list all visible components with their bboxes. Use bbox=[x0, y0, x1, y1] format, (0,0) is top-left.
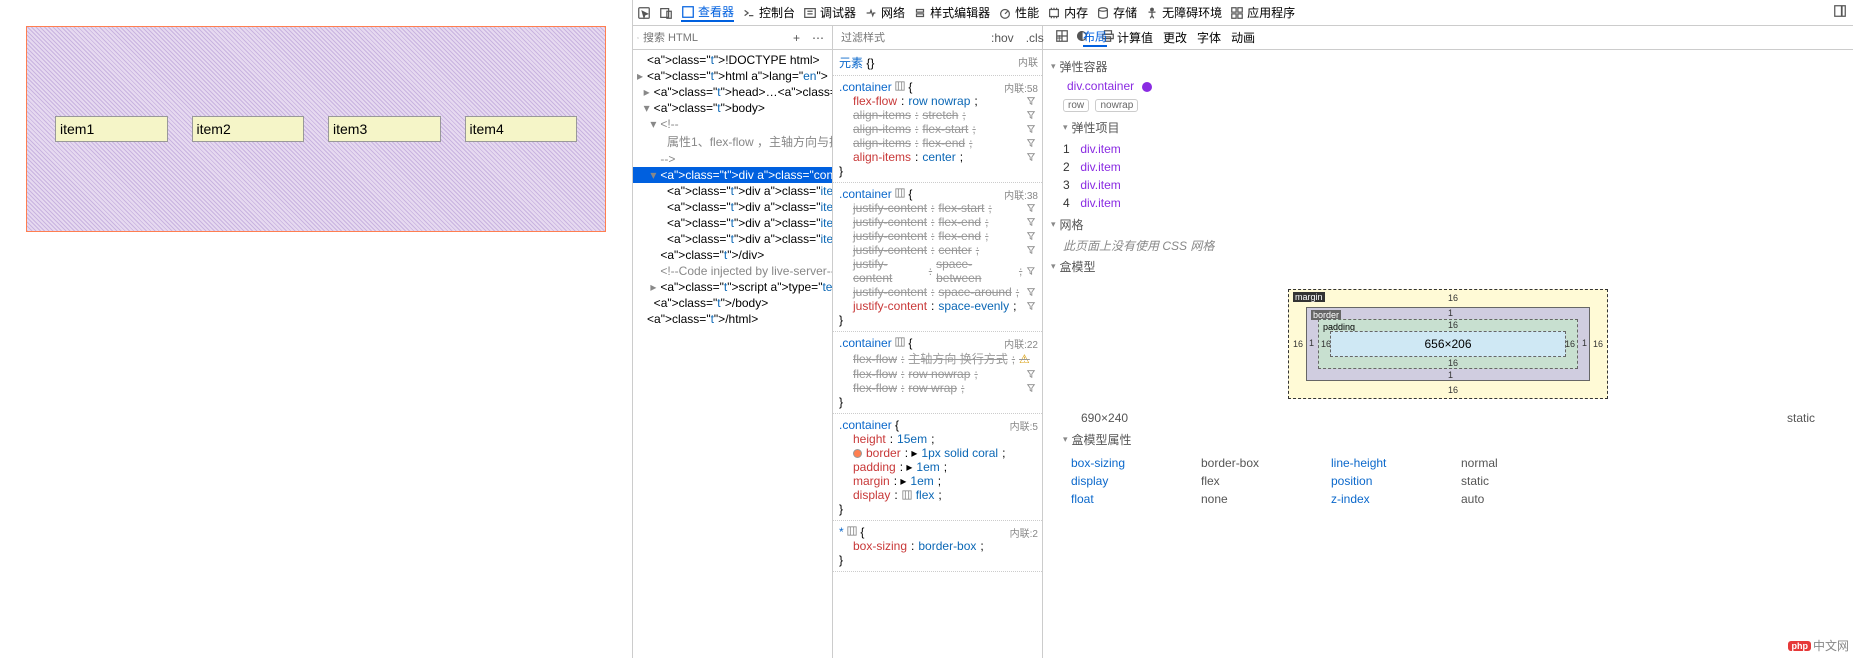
tab-fonts[interactable]: 字体 bbox=[1197, 29, 1221, 46]
add-node-button[interactable]: + bbox=[789, 30, 804, 46]
box-prop-value: auto bbox=[1461, 492, 1521, 506]
dom-node[interactable]: ▾<a">class="t">body> bbox=[633, 100, 832, 116]
dom-node[interactable]: <a">class="t">/body> bbox=[633, 295, 832, 311]
dom-node[interactable]: --> bbox=[633, 151, 832, 167]
dom-node[interactable]: <a">class="t">/div> bbox=[633, 247, 832, 263]
tab-changes[interactable]: 更改 bbox=[1163, 29, 1187, 46]
box-prop-value: none bbox=[1201, 492, 1311, 506]
watermark-logo: php中文网 bbox=[1788, 637, 1849, 654]
flex-item: item1 bbox=[55, 116, 168, 142]
responsive-mode-button[interactable] bbox=[659, 6, 673, 20]
tab-network[interactable]: 网络 bbox=[864, 4, 905, 21]
dom-node[interactable]: <a">class="t">div a">class="item">item1<… bbox=[633, 183, 832, 199]
tab-application[interactable]: 应用程序 bbox=[1230, 4, 1295, 21]
tab-storage[interactable]: 存储 bbox=[1096, 4, 1137, 21]
dom-tree[interactable]: <a">class="t">!DOCTYPE html>▸<a">class="… bbox=[633, 50, 832, 658]
flex-container-header[interactable]: 弹性容器 bbox=[1051, 54, 1845, 79]
flex-item-link[interactable]: 3 div.item bbox=[1063, 176, 1845, 194]
dom-node[interactable]: <a">class="t">/html> bbox=[633, 311, 832, 327]
dom-node[interactable]: <a">class="t">div a">class="item">item3<… bbox=[633, 215, 832, 231]
dock-side-button[interactable] bbox=[1833, 4, 1847, 21]
grid-empty-message: 此页面上没有使用 CSS 网格 bbox=[1051, 237, 1845, 254]
css-rule[interactable]: 内联:58.container {flex-flow: row nowrap; … bbox=[833, 76, 1042, 183]
box-prop-name: float bbox=[1071, 492, 1181, 506]
flex-container: item1 item2 item3 item4 bbox=[26, 26, 606, 232]
flex-container-link[interactable]: div.container bbox=[1063, 77, 1138, 95]
dom-panel: + ⋯ <a">class="t">!DOCTYPE html>▸<a">cla… bbox=[633, 26, 833, 658]
tab-memory[interactable]: 内存 bbox=[1047, 4, 1088, 21]
flex-direction-badge: row bbox=[1063, 99, 1089, 112]
box-model-header[interactable]: 盒模型 bbox=[1051, 254, 1845, 279]
hov-button[interactable]: :hov bbox=[987, 30, 1018, 46]
tab-console[interactable]: 控制台 bbox=[742, 4, 795, 21]
rules-list[interactable]: 内联元素 {}内联:58.container {flex-flow: row n… bbox=[833, 50, 1042, 658]
page-preview: item1 item2 item3 item4 bbox=[0, 0, 632, 658]
dom-node[interactable]: ▸<a">class="t">head>…<a">class="t">/head… bbox=[633, 84, 832, 100]
flex-item: item2 bbox=[192, 116, 305, 142]
css-rule[interactable]: 内联:38.container {justify-content: flex-s… bbox=[833, 183, 1042, 332]
grid-header[interactable]: 网格 bbox=[1051, 212, 1845, 237]
box-prop-value: normal bbox=[1461, 456, 1521, 470]
dom-node[interactable]: ▸<a">class="t">html a">lang="en"> bbox=[633, 68, 832, 84]
dom-node[interactable]: ▾<!-- bbox=[633, 116, 832, 132]
tab-inspector[interactable]: 查看器 bbox=[681, 3, 734, 22]
flex-item-link[interactable]: 1 div.item bbox=[1063, 140, 1845, 158]
devtools: 查看器 控制台 调试器 网络 样式编辑器 性能 内存 存储 无障碍环境 应用程序… bbox=[632, 0, 1853, 658]
tab-accessibility[interactable]: 无障碍环境 bbox=[1145, 4, 1222, 21]
flex-overlay-toggle[interactable] bbox=[1142, 82, 1152, 92]
box-model-diagram[interactable]: margin 16 16 16 16 border 1 1 1 1 paddin… bbox=[1288, 289, 1608, 399]
dom-node[interactable]: <a">class="t">!DOCTYPE html> bbox=[633, 52, 832, 68]
element-position: static bbox=[1787, 411, 1815, 425]
flex-items-header[interactable]: 弹性项目 bbox=[1051, 115, 1845, 140]
dom-node[interactable]: 属性1、flex-flow ，主轴方向与换行方式 bbox=[633, 132, 832, 151]
css-rule[interactable]: 内联元素 {} bbox=[833, 50, 1042, 76]
layout-pane-icon[interactable] bbox=[1051, 28, 1073, 47]
element-dimensions: 690×240 bbox=[1081, 411, 1128, 425]
tab-layout[interactable]: 布局 bbox=[1083, 28, 1107, 47]
more-icon[interactable]: ⋯ bbox=[808, 30, 828, 46]
box-prop-name: box-sizing bbox=[1071, 456, 1181, 470]
box-prop-name: line-height bbox=[1331, 456, 1441, 470]
tab-animations[interactable]: 动画 bbox=[1231, 29, 1255, 46]
box-props-header[interactable]: 盒模型属性 bbox=[1051, 427, 1845, 452]
box-prop-name: z-index bbox=[1331, 492, 1441, 506]
flex-item: item3 bbox=[328, 116, 441, 142]
box-prop-value: border-box bbox=[1201, 456, 1311, 470]
layout-panel: 布局 计算值 更改 字体 动画 弹性容器 div.container row n… bbox=[1043, 26, 1853, 658]
tab-performance[interactable]: 性能 bbox=[998, 4, 1039, 21]
filter-styles-input[interactable] bbox=[841, 32, 983, 44]
dom-node[interactable]: ▾<a">class="t">div a">class="container">… bbox=[633, 167, 832, 183]
flex-item-link[interactable]: 2 div.item bbox=[1063, 158, 1845, 176]
pick-element-button[interactable] bbox=[637, 6, 651, 20]
search-icon bbox=[637, 31, 639, 45]
box-prop-value: flex bbox=[1201, 474, 1311, 488]
flex-wrap-badge: nowrap bbox=[1095, 99, 1138, 112]
dom-node[interactable]: <a">class="t">div a">class="item">item2<… bbox=[633, 199, 832, 215]
tab-style-editor[interactable]: 样式编辑器 bbox=[913, 4, 990, 21]
devtools-toolbar: 查看器 控制台 调试器 网络 样式编辑器 性能 内存 存储 无障碍环境 应用程序 bbox=[633, 0, 1853, 26]
tab-debugger[interactable]: 调试器 bbox=[803, 4, 856, 21]
box-prop-value: static bbox=[1461, 474, 1521, 488]
search-html-input[interactable] bbox=[643, 32, 785, 44]
dom-node[interactable]: <a">class="t">div a">class="item">item4<… bbox=[633, 231, 832, 247]
rules-panel: :hov .cls + 内联元素 {}内联:58.container {flex… bbox=[833, 26, 1043, 658]
css-rule[interactable]: 内联:2* {box-sizing: border-box;} bbox=[833, 521, 1042, 572]
flex-item: item4 bbox=[465, 116, 578, 142]
flex-item-link[interactable]: 4 div.item bbox=[1063, 194, 1845, 212]
dom-node[interactable]: ▸<a">class="t">script a">type="text/java… bbox=[633, 279, 832, 295]
dom-node[interactable]: <!--Code injected by live-server--> bbox=[633, 263, 832, 279]
box-prop-name: position bbox=[1331, 474, 1441, 488]
tab-computed[interactable]: 计算值 bbox=[1117, 29, 1153, 46]
css-rule[interactable]: 内联:22.container {flex-flow: 主轴方向 换行方式; ⚠… bbox=[833, 332, 1042, 414]
box-prop-name: display bbox=[1071, 474, 1181, 488]
css-rule[interactable]: 内联:5.container {height: 15em;border: ▸ 1… bbox=[833, 414, 1042, 521]
